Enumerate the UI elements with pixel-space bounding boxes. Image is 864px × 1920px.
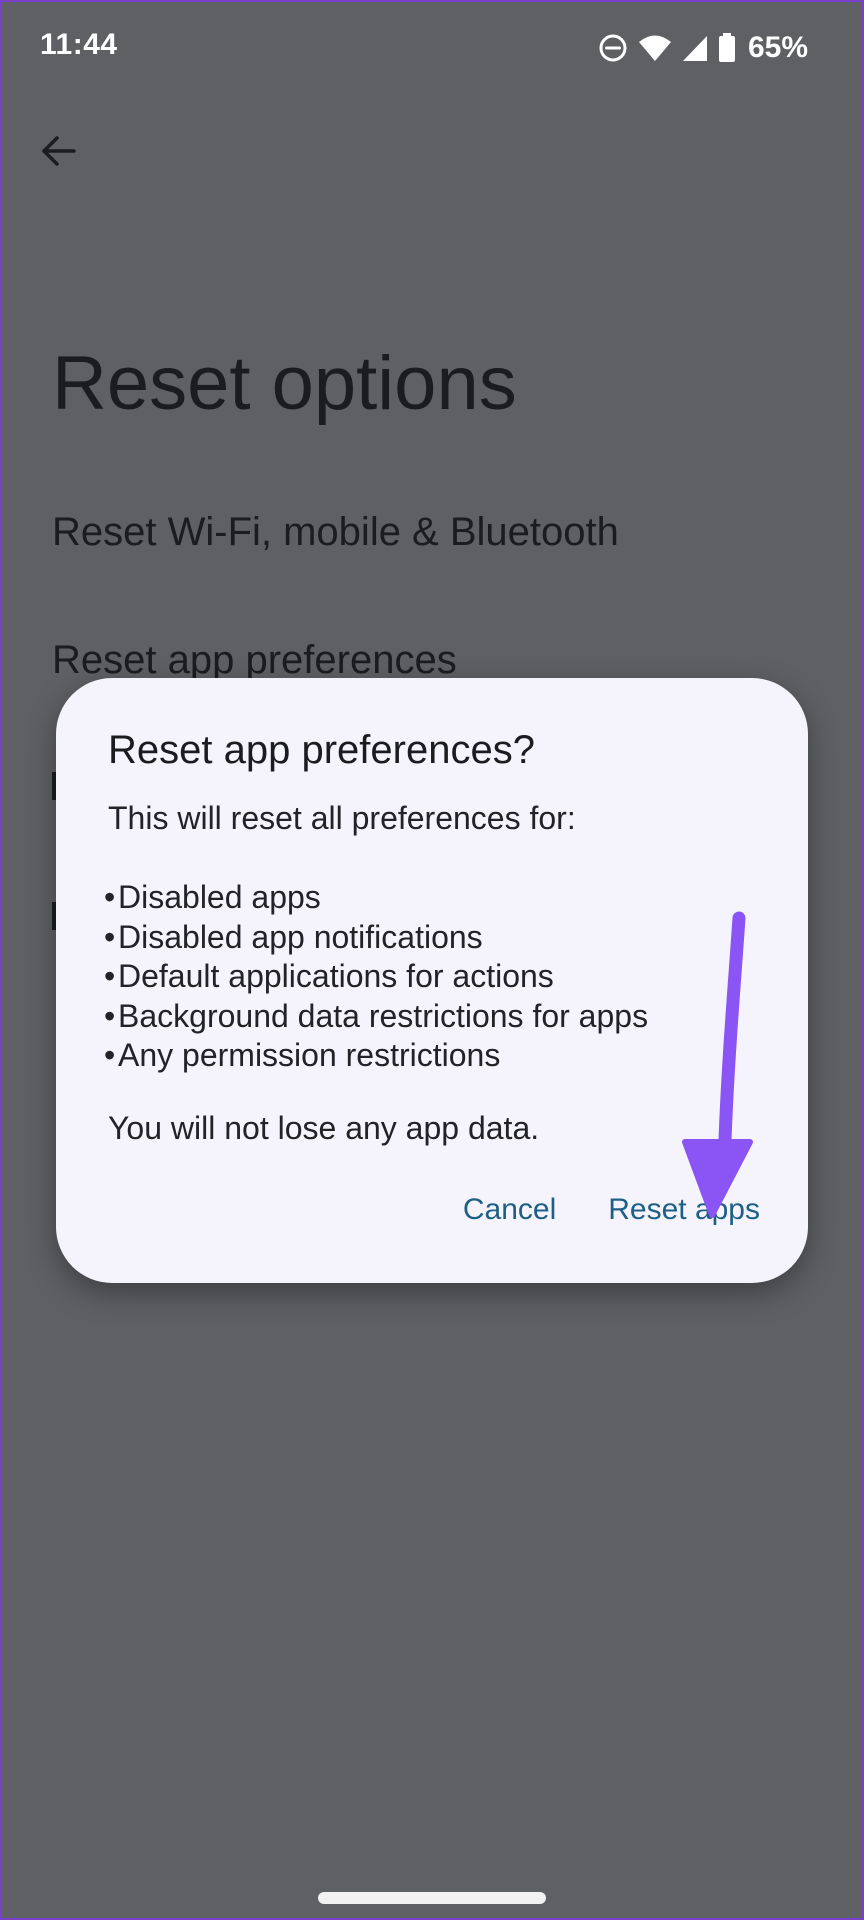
do-not-disturb-icon xyxy=(598,33,628,63)
settings-item-reset-app-preferences[interactable]: Reset app preferences xyxy=(52,638,457,683)
list-item-text: Default applications for actions xyxy=(118,958,554,994)
status-time: 11:44 xyxy=(40,28,118,61)
screen: 11:44 65% Reset options Reset Wi-Fi, mob… xyxy=(0,0,864,1920)
dialog-intro: This will reset all preferences for: xyxy=(108,800,576,836)
wifi-icon xyxy=(638,34,672,62)
list-item-text: Disabled app notifications xyxy=(118,918,483,955)
list-item: •Disabled app notifications xyxy=(104,918,648,958)
dialog-title: Reset app preferences? xyxy=(108,728,535,772)
page-title: Reset options xyxy=(52,341,517,426)
bullet: • xyxy=(104,997,116,1034)
settings-item-reset-network[interactable]: Reset Wi-Fi, mobile & Bluetooth xyxy=(52,510,619,555)
status-bar: 11:44 65% xyxy=(0,0,864,96)
list-item-text: Disabled apps xyxy=(118,879,321,915)
status-icons: 65% xyxy=(598,28,808,68)
dialog-actions: Cancel Reset apps xyxy=(463,1193,760,1227)
back-arrow-icon[interactable] xyxy=(36,128,82,174)
cellular-signal-icon xyxy=(682,34,708,62)
reset-apps-button[interactable]: Reset apps xyxy=(608,1193,760,1227)
bullet: • xyxy=(104,958,116,994)
bullet: • xyxy=(104,879,116,915)
list-item: •Background data restrictions for apps xyxy=(104,997,648,1037)
cancel-button[interactable]: Cancel xyxy=(463,1193,556,1227)
dialog-note: You will not lose any app data. xyxy=(108,1110,540,1146)
battery-percent: 65% xyxy=(747,31,808,64)
reset-app-preferences-dialog: Reset app preferences? This will reset a… xyxy=(56,678,808,1283)
list-item-text: Any permission restrictions xyxy=(118,1037,501,1073)
battery-icon xyxy=(718,33,736,63)
list-item: •Default applications for actions xyxy=(104,957,648,997)
bullet: • xyxy=(104,1037,116,1073)
dialog-list: •Disabled apps •Disabled app notificatio… xyxy=(104,878,648,1076)
list-item-text: Background data restrictions for apps xyxy=(118,997,649,1034)
list-item: •Disabled apps xyxy=(104,878,648,918)
gesture-navigation-bar[interactable] xyxy=(318,1892,546,1904)
bullet: • xyxy=(104,918,116,955)
list-item: •Any permission restrictions xyxy=(104,1036,648,1076)
